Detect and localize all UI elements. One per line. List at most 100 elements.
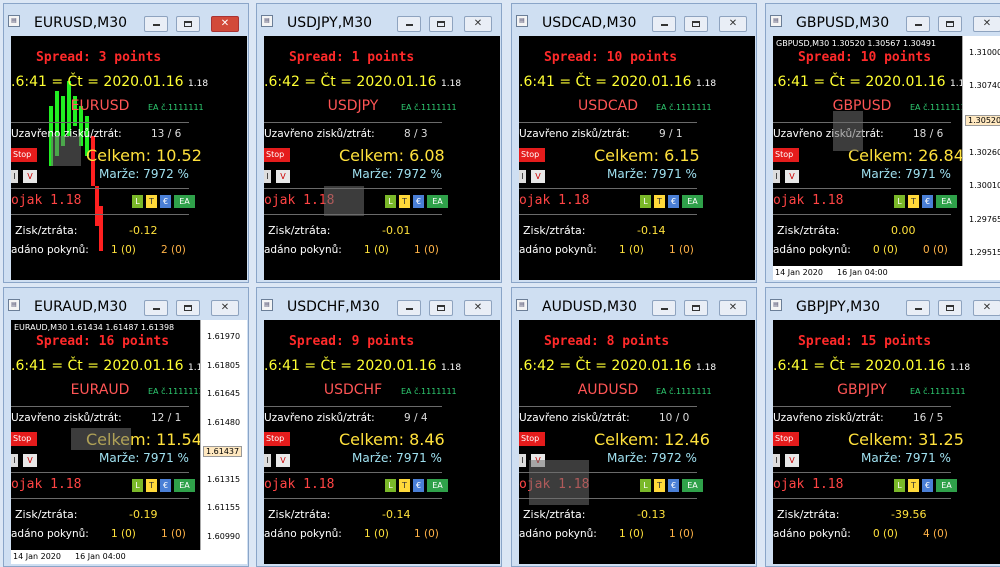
- t-toggle-button[interactable]: T: [908, 195, 919, 208]
- chart-area[interactable]: Spread: 15 points .6:41 = Čt = 2020.01.1…: [773, 320, 1000, 564]
- maximize-button[interactable]: [938, 300, 962, 316]
- v-button[interactable]: V: [23, 454, 37, 467]
- i-button[interactable]: I: [773, 170, 780, 183]
- price-scale[interactable]: 1.61970 1.61805 1.61645 1.61480 1.61437 1.613…: [200, 320, 247, 564]
- t-toggle-button[interactable]: T: [399, 195, 410, 208]
- t-toggle-button[interactable]: T: [146, 195, 157, 208]
- l-toggle-button[interactable]: L: [640, 479, 651, 492]
- ea-toggle-button[interactable]: EA: [682, 479, 703, 492]
- ea-toggle-button[interactable]: EA: [174, 195, 195, 208]
- window-titlebar[interactable]: ▤ USDCHF,M30: [257, 288, 501, 320]
- euro-toggle-button[interactable]: €: [922, 479, 933, 492]
- window-titlebar[interactable]: ▤ AUDUSD,M30: [512, 288, 756, 320]
- window-titlebar[interactable]: ▤ GBPJPY,M30: [766, 288, 1000, 320]
- i-button[interactable]: I: [11, 454, 18, 467]
- v-button[interactable]: V: [276, 454, 290, 467]
- chart-window[interactable]: ▤ USDCAD,M30 Spread: 10 points .6:41 = Č…: [511, 3, 757, 283]
- euro-toggle-button[interactable]: €: [668, 195, 679, 208]
- window-titlebar[interactable]: ▤ EURUSD,M30: [4, 4, 248, 36]
- ea-toggle-button[interactable]: EA: [936, 479, 957, 492]
- window-titlebar[interactable]: ▤ USDJPY,M30: [257, 4, 501, 36]
- t-toggle-button[interactable]: T: [654, 195, 665, 208]
- chart-area[interactable]: Spread: 10 points .6:41 = Čt = 2020.01.1…: [519, 36, 755, 280]
- l-toggle-button[interactable]: L: [385, 195, 396, 208]
- stop-button[interactable]: Stop: [773, 432, 799, 446]
- minimize-button[interactable]: [397, 16, 421, 32]
- i-button[interactable]: I: [519, 170, 526, 183]
- i-button[interactable]: I: [519, 454, 526, 467]
- chart-window[interactable]: ▤ EURAUD,M30 Spread: 16 points .6:41 = Č…: [3, 287, 249, 567]
- t-toggle-button[interactable]: T: [146, 479, 157, 492]
- l-toggle-button[interactable]: L: [640, 195, 651, 208]
- minimize-button[interactable]: [397, 300, 421, 316]
- close-button[interactable]: [211, 300, 239, 316]
- minimize-button[interactable]: [652, 16, 676, 32]
- minimize-button[interactable]: [144, 300, 168, 316]
- l-toggle-button[interactable]: L: [385, 479, 396, 492]
- l-toggle-button[interactable]: L: [894, 195, 905, 208]
- i-button[interactable]: I: [11, 170, 18, 183]
- stop-button[interactable]: Stop: [519, 148, 545, 162]
- euro-toggle-button[interactable]: €: [922, 195, 933, 208]
- ea-toggle-button[interactable]: EA: [936, 195, 957, 208]
- chart-window[interactable]: ▤ GBPJPY,M30 Spread: 15 points .6:41 = Č…: [765, 287, 1000, 567]
- euro-toggle-button[interactable]: €: [413, 479, 424, 492]
- ea-toggle-button[interactable]: EA: [174, 479, 195, 492]
- close-button[interactable]: [211, 16, 239, 32]
- chart-window[interactable]: ▤ AUDUSD,M30 Spread: 8 points .6:42 = Čt…: [511, 287, 757, 567]
- chart-area[interactable]: Spread: 9 points .6:41 = Čt = 2020.01.16…: [264, 320, 500, 564]
- maximize-button[interactable]: [684, 16, 708, 32]
- euro-toggle-button[interactable]: €: [160, 479, 171, 492]
- i-button[interactable]: I: [773, 454, 780, 467]
- t-toggle-button[interactable]: T: [908, 479, 919, 492]
- v-button[interactable]: V: [23, 170, 37, 183]
- euro-toggle-button[interactable]: €: [413, 195, 424, 208]
- t-toggle-button[interactable]: T: [399, 479, 410, 492]
- maximize-button[interactable]: [176, 16, 200, 32]
- close-button[interactable]: [719, 16, 747, 32]
- euro-toggle-button[interactable]: €: [668, 479, 679, 492]
- i-button[interactable]: I: [264, 170, 271, 183]
- ea-toggle-button[interactable]: EA: [682, 195, 703, 208]
- window-titlebar[interactable]: ▤ GBPUSD,M30: [766, 4, 1000, 36]
- t-toggle-button[interactable]: T: [654, 479, 665, 492]
- maximize-button[interactable]: [684, 300, 708, 316]
- chart-area[interactable]: Spread: 8 points .6:42 = Čt = 2020.01.16…: [519, 320, 755, 564]
- stop-button[interactable]: Stop: [264, 148, 290, 162]
- v-button[interactable]: V: [276, 170, 290, 183]
- i-button[interactable]: I: [264, 454, 271, 467]
- minimize-button[interactable]: [906, 16, 930, 32]
- maximize-button[interactable]: [429, 300, 453, 316]
- l-toggle-button[interactable]: L: [894, 479, 905, 492]
- maximize-button[interactable]: [176, 300, 200, 316]
- chart-window[interactable]: ▤ USDJPY,M30 Spread: 1 points .6:42 = Čt…: [256, 3, 502, 283]
- maximize-button[interactable]: [429, 16, 453, 32]
- chart-window[interactable]: ▤ USDCHF,M30 Spread: 9 points .6:41 = Čt…: [256, 287, 502, 567]
- l-toggle-button[interactable]: L: [132, 195, 143, 208]
- maximize-button[interactable]: [938, 16, 962, 32]
- stop-button[interactable]: Stop: [264, 432, 290, 446]
- close-button[interactable]: [464, 300, 492, 316]
- chart-area[interactable]: Spread: 1 points .6:42 = Čt = 2020.01.16…: [264, 36, 500, 280]
- chart-area[interactable]: Spread: 16 points .6:41 = Čt = 2020.01.1…: [11, 320, 247, 564]
- minimize-button[interactable]: [144, 16, 168, 32]
- ea-toggle-button[interactable]: EA: [427, 195, 448, 208]
- chart-area[interactable]: Spread: 10 points .6:41 = Čt = 2020.01.1…: [773, 36, 1000, 280]
- l-toggle-button[interactable]: L: [132, 479, 143, 492]
- stop-button[interactable]: Stop: [773, 148, 799, 162]
- close-button[interactable]: [973, 300, 1000, 316]
- window-titlebar[interactable]: ▤ USDCAD,M30: [512, 4, 756, 36]
- stop-button[interactable]: Stop: [11, 432, 37, 446]
- chart-window[interactable]: ▤ GBPUSD,M30 Spread: 10 points .6:41 = Č…: [765, 3, 1000, 283]
- close-button[interactable]: [719, 300, 747, 316]
- euro-toggle-button[interactable]: €: [160, 195, 171, 208]
- v-button[interactable]: V: [531, 170, 545, 183]
- close-button[interactable]: [973, 16, 1000, 32]
- chart-area[interactable]: Spread: 3 points .6:41 = Čt = 2020.01.16…: [11, 36, 247, 280]
- stop-button[interactable]: Stop: [11, 148, 37, 162]
- minimize-button[interactable]: [906, 300, 930, 316]
- window-titlebar[interactable]: ▤ EURAUD,M30: [4, 288, 248, 320]
- stop-button[interactable]: Stop: [519, 432, 545, 446]
- close-button[interactable]: [464, 16, 492, 32]
- ea-toggle-button[interactable]: EA: [427, 479, 448, 492]
